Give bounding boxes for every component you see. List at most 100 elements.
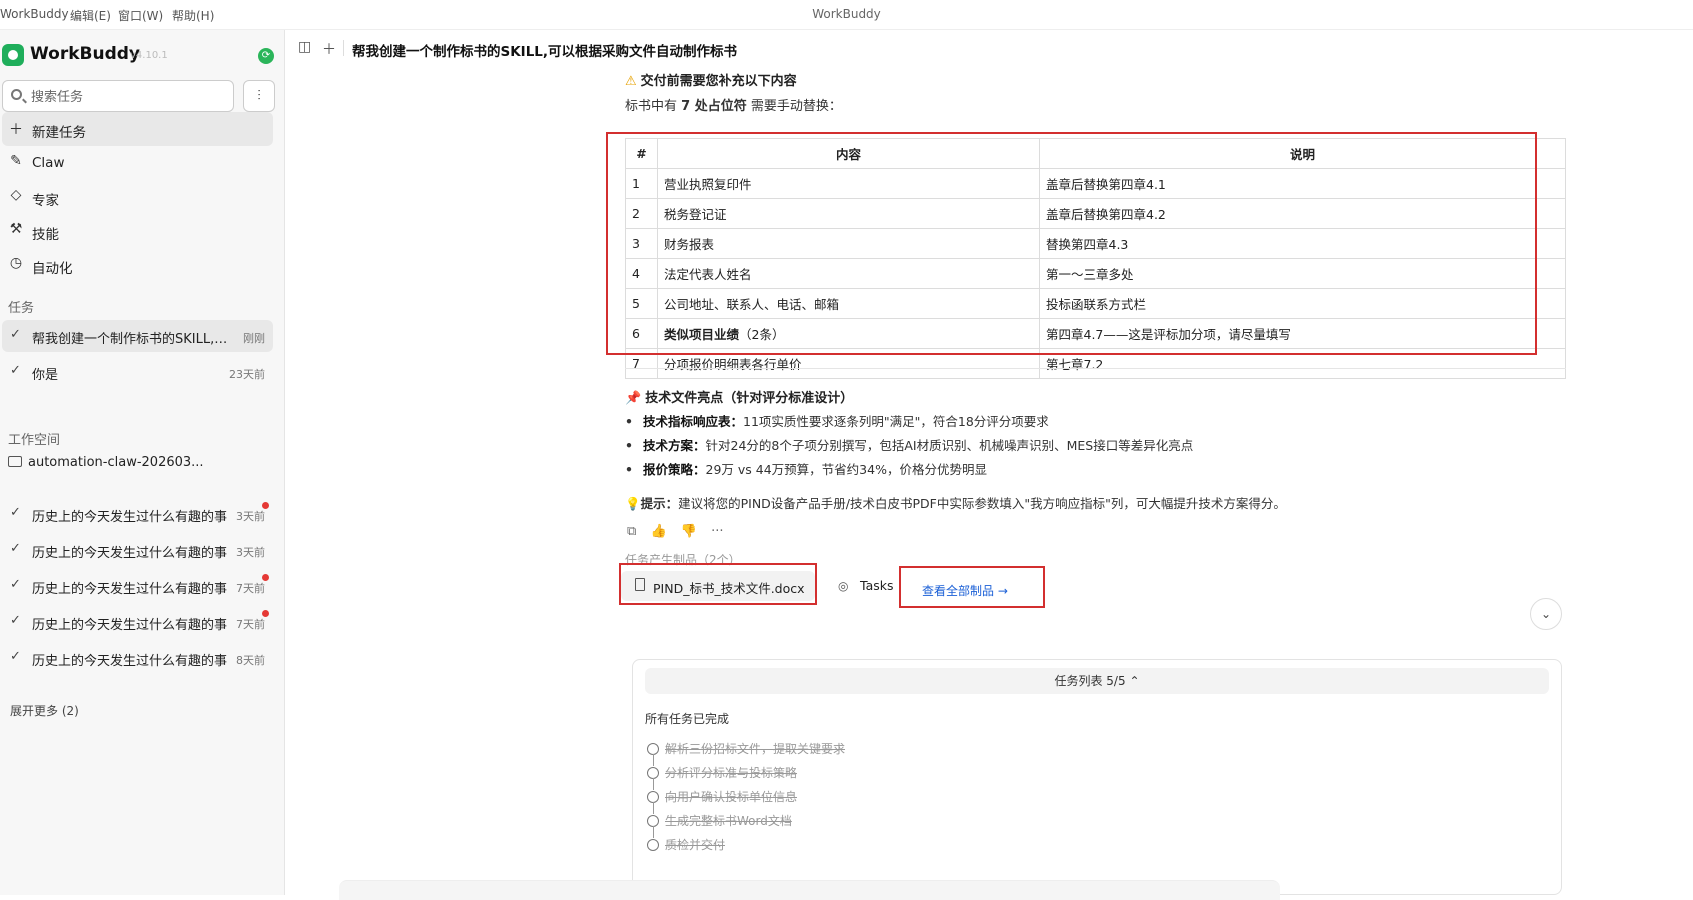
expand-more-link[interactable]: 展开更多 (2) xyxy=(10,702,79,719)
scroll-down-button[interactable]: ⌄ xyxy=(1530,598,1562,630)
divider xyxy=(343,40,344,56)
check-icon: ✓ xyxy=(10,505,21,520)
nav-expert[interactable]: ◇ 专家 xyxy=(2,180,273,214)
sidebar-toggle-icon[interactable]: ◫ xyxy=(298,39,311,55)
placeholder-count: 7 处占位符 xyxy=(681,99,747,114)
all-done-text: 所有任务已完成 xyxy=(645,712,730,726)
chat-content: ⚠ 交付前需要您补充以下内容 标书中有 7 处占位符 需要手动替换： # 内容 说… xyxy=(286,66,1693,895)
chevron-down-icon: ⌄ xyxy=(1540,607,1552,621)
search-box[interactable] xyxy=(2,80,234,112)
nav-automation[interactable]: ◷ 自动化 xyxy=(2,248,273,282)
pin-icon: 📌 xyxy=(625,391,642,406)
warning-icon: ⚠ xyxy=(625,74,637,89)
nav-new-task[interactable]: ＋ 新建任务 xyxy=(2,112,273,146)
highlights-title-text: 技术文件亮点（针对评分标准设计） xyxy=(645,391,854,406)
step-label: 分析评分标准与投标策略 xyxy=(665,766,798,780)
step-label: 解析三份招标文件，提取关键要求 xyxy=(665,742,846,756)
lightbulb-icon: 💡 xyxy=(625,496,641,511)
check-icon: ✓ xyxy=(10,363,21,378)
unread-dot xyxy=(262,574,269,581)
task-item[interactable]: ✓ 帮我创建一个制作标书的SKILL,可以根据采购文件自动制作标书 刚刚 xyxy=(2,320,273,352)
thumbs-down-icon[interactable]: 👎 xyxy=(681,524,697,539)
claw-icon: ✎ xyxy=(10,153,22,169)
task-list-header[interactable]: 任务列表 5/5 ⌃ xyxy=(645,668,1549,694)
warning-sub-suffix: 需要手动替换： xyxy=(746,99,842,114)
task-time: 刚刚 xyxy=(243,332,265,345)
task-step: 分析评分标准与投标策略 xyxy=(647,764,797,781)
task-title: 你是 xyxy=(32,368,59,383)
new-chat-icon[interactable]: ＋ xyxy=(322,39,336,59)
bullet-bold: 报价策略： xyxy=(642,462,706,477)
warning-sub-prefix: 标书中有 xyxy=(625,99,682,114)
task-time: 7天前 xyxy=(236,618,265,631)
task-list-panel: 任务列表 5/5 ⌃ 所有任务已完成 解析三份招标文件，提取关键要求 分析评分标… xyxy=(632,659,1562,895)
filter-button[interactable]: ⫶ xyxy=(243,80,275,112)
task-title: 帮我创建一个制作标书的SKILL,可以根据采购文件自动制作标书 xyxy=(32,332,232,347)
folder-label: automation-claw-202603... xyxy=(28,455,204,470)
tip-text: 建议将您的PIND设备产品手册/技术白皮书PDF中实际参数填入"我方响应指标"列… xyxy=(678,496,1286,511)
more-icon[interactable]: ··· xyxy=(711,524,723,539)
step-label: 向用户确认投标单位信息 xyxy=(665,790,798,804)
copy-icon[interactable]: ⧉ xyxy=(627,524,636,539)
nav-skill[interactable]: ⚒ 技能 xyxy=(2,214,273,248)
window-title: WorkBuddy xyxy=(812,7,881,21)
app-version: v4.10.1 xyxy=(130,50,168,61)
unread-dot xyxy=(262,610,269,617)
task-time: 8天前 xyxy=(236,654,265,667)
bullet-text: 针对24分的8个子项分别撰写，包括AI材质识别、机械噪声识别、MES接口等差异化… xyxy=(705,438,1194,453)
tip: 💡提示：建议将您的PIND设备产品手册/技术白皮书PDF中实际参数填入"我方响应… xyxy=(625,493,1286,512)
view-all-highlight-box xyxy=(899,566,1045,608)
expert-icon: ◇ xyxy=(10,187,22,203)
task-title: 历史上的今天发生过什么有趣的事 xyxy=(32,546,228,561)
bullet-item: 技术指标响应表：11项实质性要求逐条列明"满足"，符合18分评分项要求 xyxy=(625,411,1049,430)
task-step: 向用户确认投标单位信息 xyxy=(647,788,797,805)
nav-claw[interactable]: ✎ Claw xyxy=(2,146,273,180)
workspace-task-item[interactable]: ✓ 历史上的今天发生过什么有趣的事 7天前 xyxy=(2,570,273,602)
bullet-bold: 技术指标响应表： xyxy=(642,414,743,429)
check-circle-icon: ◎ xyxy=(838,579,849,593)
bullet-text: 11项实质性要求逐条列明"满足"，符合18分评分项要求 xyxy=(743,414,1049,429)
app-logo-icon xyxy=(2,44,24,66)
task-title: 历史上的今天发生过什么有趣的事 xyxy=(32,582,228,597)
step-label: 质检并交付 xyxy=(665,838,726,852)
thumbs-up-icon[interactable]: 👍 xyxy=(650,524,666,539)
check-icon: ✓ xyxy=(10,649,21,664)
brand-name: WorkBuddy xyxy=(30,44,140,64)
task-item[interactable]: ✓ 你是 23天前 xyxy=(2,356,273,388)
search-input[interactable] xyxy=(31,87,226,107)
unread-dot xyxy=(262,502,269,509)
check-icon: ✓ xyxy=(10,327,21,342)
chat-header: ◫ ＋ 帮我创建一个制作标书的SKILL,可以根据采购文件自动制作标书 xyxy=(286,30,1693,66)
task-time: 3天前 xyxy=(236,546,265,559)
task-title: 历史上的今天发生过什么有趣的事 xyxy=(32,510,228,525)
warning-title-text: 交付前需要您补充以下内容 xyxy=(640,74,797,89)
chat-input-area[interactable] xyxy=(339,880,1280,900)
highlights-heading: 📌 技术文件亮点（针对评分标准设计） xyxy=(625,387,853,406)
sidebar: WorkBuddy v4.10.1 ⟳ ⫶ ＋ 新建任务 ✎ Claw ◇ 专家… xyxy=(0,30,285,895)
tasks-heading: 任务 xyxy=(8,301,35,316)
nav-label: 专家 xyxy=(32,193,59,209)
brand: WorkBuddy v4.10.1 ⟳ xyxy=(0,38,285,74)
link-status-icon[interactable]: ⟳ xyxy=(258,48,274,64)
check-circle-icon xyxy=(647,839,659,851)
nav-label: Claw xyxy=(32,155,65,171)
divider xyxy=(625,368,1566,369)
workspace-task-item[interactable]: ✓ 历史上的今天发生过什么有趣的事 3天前 xyxy=(2,498,273,530)
file-highlight-box xyxy=(619,563,817,605)
workspace-folder[interactable]: automation-claw-202603... xyxy=(8,455,204,470)
nav-label: 自动化 xyxy=(32,261,73,277)
step-label: 生成完整标书Word文档 xyxy=(665,814,792,828)
tip-label: 提示： xyxy=(640,496,679,511)
workspace-task-item[interactable]: ✓ 历史上的今天发生过什么有趣的事 7天前 xyxy=(2,606,273,638)
workspace-task-item[interactable]: ✓ 历史上的今天发生过什么有趣的事 3天前 xyxy=(2,534,273,566)
bullet-item: 报价策略：29万 vs 44万预算，节省约34%，价格分优势明显 xyxy=(625,459,987,478)
task-step: 质检并交付 xyxy=(647,836,725,853)
nav-label: 新建任务 xyxy=(32,125,86,141)
menubar: WorkBuddy 编辑(E) 窗口(W) 帮助(H) WorkBuddy xyxy=(0,0,1693,30)
plus-icon: ＋ xyxy=(9,122,23,138)
check-icon: ✓ xyxy=(10,613,21,628)
chat-title: 帮我创建一个制作标书的SKILL,可以根据采购文件自动制作标书 xyxy=(352,44,738,60)
task-time: 23天前 xyxy=(229,368,265,381)
clock-icon: ◷ xyxy=(9,255,23,271)
workspace-task-item[interactable]: ✓ 历史上的今天发生过什么有趣的事 8天前 xyxy=(2,642,273,674)
